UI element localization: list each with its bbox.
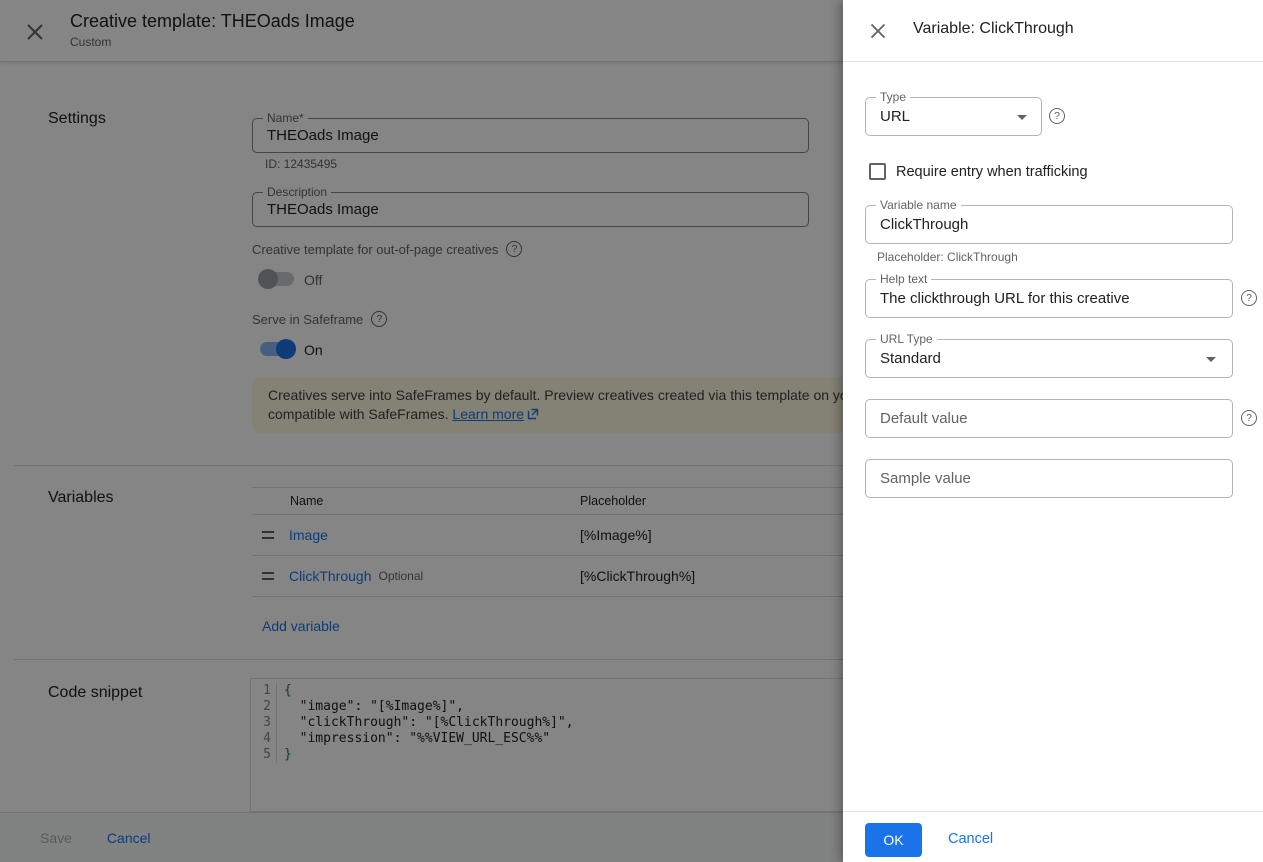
default-value-input[interactable] (866, 400, 1232, 437)
panel-close-icon[interactable] (868, 21, 888, 41)
variable-name-field[interactable]: Variable name (865, 205, 1233, 244)
help-icon[interactable]: ? (1241, 410, 1257, 426)
variable-edit-panel: Variable: ClickThrough Type URL ? Requir… (843, 0, 1263, 862)
sample-value-field[interactable] (865, 459, 1233, 498)
panel-title: Variable: ClickThrough (913, 20, 1074, 38)
type-select[interactable]: Type URL (865, 97, 1042, 136)
chevron-down-icon (1017, 115, 1027, 120)
ok-button[interactable]: OK (865, 823, 922, 857)
help-icon[interactable]: ? (1241, 290, 1257, 306)
help-icon[interactable]: ? (1049, 108, 1065, 124)
variable-name-input[interactable] (866, 206, 1232, 243)
sample-value-input[interactable] (866, 460, 1232, 497)
require-entry-checkbox[interactable] (869, 163, 886, 180)
panel-cancel-button[interactable]: Cancel (948, 831, 993, 847)
url-type-value: Standard (866, 340, 1232, 377)
help-text-field[interactable]: Help text (865, 279, 1233, 318)
type-select-value: URL (866, 98, 1041, 135)
url-type-select[interactable]: URL Type Standard (865, 339, 1233, 378)
default-value-field[interactable] (865, 399, 1233, 438)
panel-header: Variable: ClickThrough (843, 0, 1263, 62)
require-entry-label: Require entry when trafficking (896, 164, 1088, 180)
placeholder-helper: Placeholder: ClickThrough (877, 250, 1018, 264)
panel-footer-divider (843, 811, 1263, 812)
help-text-input[interactable] (866, 280, 1232, 317)
chevron-down-icon (1206, 357, 1216, 362)
